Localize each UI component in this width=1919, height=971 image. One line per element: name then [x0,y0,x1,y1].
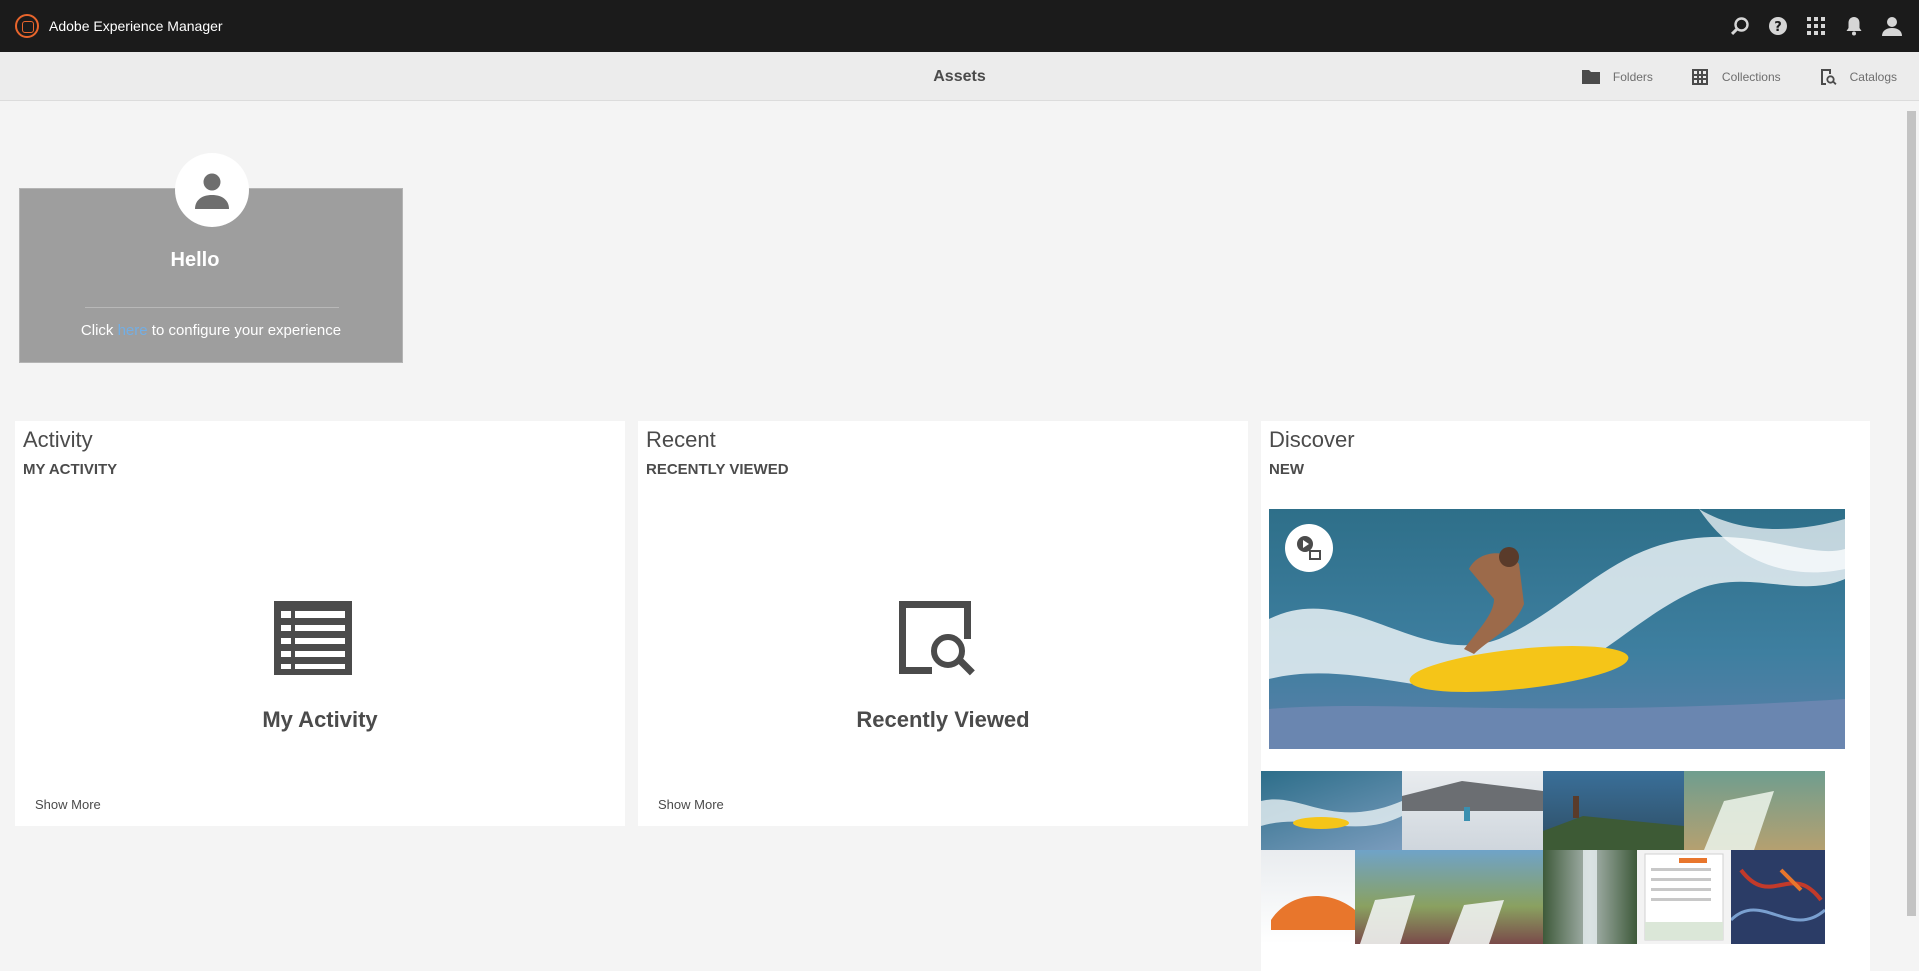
notifications-bell-icon[interactable] [1843,15,1865,37]
collections-button[interactable]: Collections [1691,68,1781,86]
card-subtitle: NEW [1269,461,1304,478]
header-actions: ? [1729,0,1903,52]
discover-card: Discover NEW [1261,421,1870,971]
hello-card: Hello Click here to configure your exper… [19,153,403,363]
configure-text-after: to configure your experience [147,322,342,339]
configure-message: Click here to configure your experience [20,322,402,339]
app-name: Adobe Experience Manager [49,18,223,34]
svg-text:?: ? [1774,20,1782,35]
search-icon[interactable] [1729,15,1751,37]
user-icon[interactable] [1881,15,1903,37]
divider [85,307,339,308]
featured-asset-surfer[interactable] [1269,509,1845,749]
assets-toolbar: Assets Folders Collections Catalogs [0,52,1919,101]
show-more-link[interactable]: Show More [35,797,101,812]
asset-thumbnail-tent-field[interactable] [1355,850,1449,944]
asset-thumbnail-mountain-hiker[interactable] [1543,771,1684,850]
card-subtitle: RECENTLY VIEWED [646,461,789,478]
configure-text-before: Click [80,322,118,339]
scrollbar-thumb[interactable] [1907,111,1916,916]
card-subtitle: MY ACTIVITY [23,461,118,478]
page-scrollbar[interactable] [1904,101,1919,971]
asset-thumbnail-surfer[interactable] [1261,771,1402,850]
folder-icon [1581,69,1600,84]
brand[interactable]: Adobe Experience Manager [15,14,223,38]
folders-label: Folders [1612,69,1653,84]
asset-thumbnail-tent-grass[interactable] [1684,771,1825,850]
asset-thumbnail-waterfall[interactable] [1543,850,1637,944]
solutions-grid-icon[interactable] [1805,15,1827,37]
activity-list-icon[interactable] [272,599,354,677]
avatar [175,153,249,227]
asset-thumbnail-orange-tent[interactable] [1261,850,1355,944]
adobe-experience-manager-logo-icon [15,14,39,38]
catalog-search-icon [1820,68,1837,85]
card-label[interactable]: Recently Viewed [638,707,1248,733]
card-label[interactable]: My Activity [15,707,625,733]
catalogs-label: Catalogs [1849,69,1897,84]
hello-title: Hello [170,249,220,271]
card-title: Discover [1269,427,1355,452]
asset-thumbnail-tent-field-2[interactable] [1449,850,1543,944]
configure-link[interactable]: here [118,322,148,339]
help-icon[interactable]: ? [1767,15,1789,37]
activity-card: Activity MY ACTIVITY My Activity Show Mo… [15,421,625,826]
recently-viewed-search-icon[interactable] [895,599,977,677]
card-title: Recent [646,427,716,452]
catalogs-button[interactable]: Catalogs [1819,68,1897,86]
card-title: Activity [23,427,93,452]
video-asset-badge-icon [1285,524,1333,572]
asset-thumbnail-app-screen[interactable] [1637,850,1731,944]
recent-card: Recent RECENTLY VIEWED Recently Viewed S… [638,421,1248,826]
user-silhouette-icon [195,173,229,209]
assets-navigation: Folders Collections Catalogs [1581,52,1897,101]
collections-grid-icon [1691,68,1708,85]
global-header: Adobe Experience Manager ? [0,0,1919,52]
asset-thumbnail-snow-hiker[interactable] [1402,771,1543,850]
folders-button[interactable]: Folders [1581,68,1653,86]
asset-thumbnail-climbing-rope[interactable] [1731,850,1825,944]
collections-label: Collections [1721,69,1781,84]
show-more-link[interactable]: Show More [658,797,724,812]
